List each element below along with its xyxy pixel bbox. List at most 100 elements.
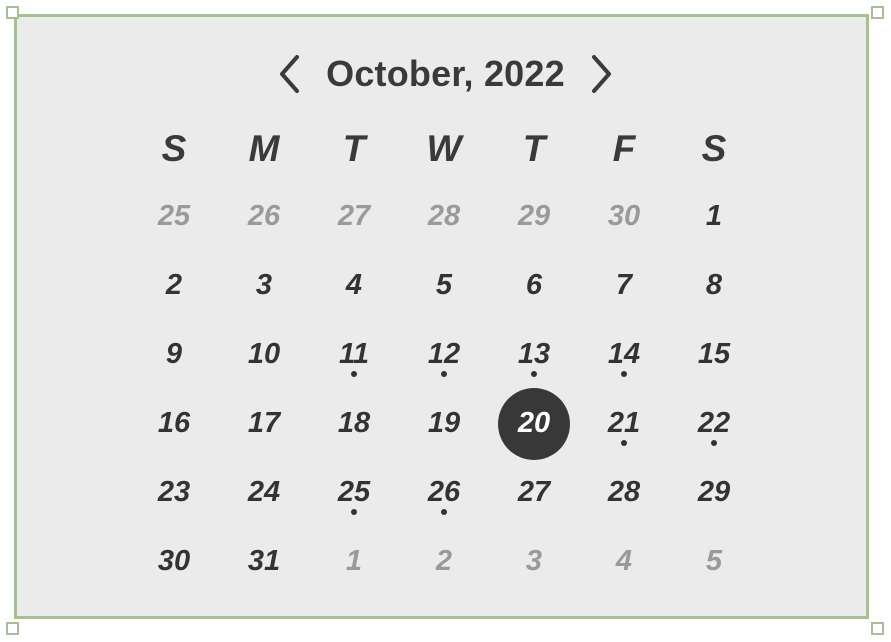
day-number: 6	[525, 269, 543, 301]
day-cell-adjacent-month[interactable]: 1	[309, 527, 399, 596]
day-cell[interactable]: 24	[219, 458, 309, 527]
resize-handle-top-left[interactable]	[6, 6, 19, 19]
day-cell[interactable]: 10	[219, 320, 309, 389]
day-number: 29	[697, 476, 731, 508]
day-cell-adjacent-month[interactable]: 3	[489, 527, 579, 596]
month-title: October, 2022	[326, 53, 565, 94]
day-cell[interactable]: 31	[219, 527, 309, 596]
day-cell-adjacent-month[interactable]: 29	[489, 182, 579, 251]
day-number: 31	[247, 545, 281, 577]
day-cell[interactable]: 14	[579, 320, 669, 389]
weekday-cell: M	[219, 116, 309, 182]
day-cell[interactable]: 8	[669, 251, 759, 320]
day-number: 25	[157, 200, 191, 232]
day-number: 29	[517, 200, 551, 232]
weeks-container: 25 26 27 28 29 30 1 2 3 4 5 6 7 8 9 10 11 12 13 14 15 16 17 18 1…	[129, 182, 759, 596]
day-cell[interactable]: 6	[489, 251, 579, 320]
weekday-label: W	[426, 128, 462, 169]
day-cell[interactable]: 26	[399, 458, 489, 527]
day-number: 26	[247, 200, 281, 232]
day-number: 3	[525, 545, 543, 577]
day-cell[interactable]: 19	[399, 389, 489, 458]
day-cell[interactable]: 15	[669, 320, 759, 389]
day-cell[interactable]: 1	[669, 182, 759, 251]
day-number: 24	[247, 476, 281, 508]
weekday-cell: T	[309, 116, 399, 182]
week-row: 23 24 25 26 27 28 29	[129, 458, 759, 527]
day-number: 1	[345, 545, 363, 577]
calendar-grid: S M T W T F S 25 26 27 28 29 30 1 2 3 4 5 6 7 8 9 10 11 1…	[129, 116, 759, 596]
day-cell[interactable]: 28	[579, 458, 669, 527]
day-cell[interactable]: 16	[129, 389, 219, 458]
day-number: 17	[247, 407, 281, 439]
day-cell[interactable]: 5	[399, 251, 489, 320]
day-cell-adjacent-month[interactable]: 5	[669, 527, 759, 596]
week-row: 25 26 27 28 29 30 1	[129, 182, 759, 251]
day-number: 2	[165, 269, 183, 301]
day-cell[interactable]: 22	[669, 389, 759, 458]
day-cell[interactable]: 7	[579, 251, 669, 320]
chevron-left-icon	[280, 55, 300, 93]
day-cell[interactable]: 4	[309, 251, 399, 320]
day-cell-adjacent-month[interactable]: 27	[309, 182, 399, 251]
day-cell[interactable]: 12	[399, 320, 489, 389]
day-number: 30	[157, 545, 191, 577]
day-cell[interactable]: 9	[129, 320, 219, 389]
day-cell[interactable]: 21	[579, 389, 669, 458]
day-number: 30	[607, 200, 641, 232]
day-cell[interactable]: 18	[309, 389, 399, 458]
day-number: 15	[697, 338, 731, 370]
day-number: 12	[427, 338, 461, 370]
day-cell[interactable]: 25	[309, 458, 399, 527]
week-row: 2 3 4 5 6 7 8	[129, 251, 759, 320]
weekday-label: M	[248, 128, 280, 169]
chevron-right-icon	[591, 55, 611, 93]
day-cell[interactable]: 17	[219, 389, 309, 458]
day-cell-adjacent-month[interactable]: 2	[399, 527, 489, 596]
prev-month-button[interactable]	[270, 48, 310, 100]
day-cell[interactable]: 29	[669, 458, 759, 527]
day-cell[interactable]: 2	[129, 251, 219, 320]
day-number: 27	[517, 476, 551, 508]
day-number: 4	[345, 269, 363, 301]
next-month-button[interactable]	[581, 48, 621, 100]
day-cell-selected[interactable]: 20	[489, 389, 579, 458]
event-dot-indicator	[351, 509, 357, 515]
week-row: 30 31 1 2 3 4 5	[129, 527, 759, 596]
day-cell[interactable]: 30	[129, 527, 219, 596]
weekday-cell: S	[129, 116, 219, 182]
day-number: 10	[247, 338, 281, 370]
resize-handle-bottom-right[interactable]	[871, 622, 884, 635]
day-cell-adjacent-month[interactable]: 28	[399, 182, 489, 251]
day-cell[interactable]: 23	[129, 458, 219, 527]
day-cell[interactable]: 13	[489, 320, 579, 389]
day-number: 20	[517, 407, 551, 439]
day-number: 26	[427, 476, 461, 508]
day-cell[interactable]: 11	[309, 320, 399, 389]
day-number: 9	[165, 338, 183, 370]
week-row: 9 10 11 12 13 14 15	[129, 320, 759, 389]
resize-handle-top-right[interactable]	[871, 6, 884, 19]
day-cell-adjacent-month[interactable]: 30	[579, 182, 669, 251]
day-number: 14	[607, 338, 641, 370]
day-number: 11	[338, 338, 370, 370]
day-number: 23	[157, 476, 191, 508]
day-number: 16	[157, 407, 191, 439]
day-number: 1	[705, 200, 723, 232]
day-cell[interactable]: 3	[219, 251, 309, 320]
resize-handle-bottom-left[interactable]	[6, 622, 19, 635]
day-number: 5	[705, 545, 723, 577]
day-number: 7	[615, 269, 633, 301]
day-cell[interactable]: 27	[489, 458, 579, 527]
weekday-cell: F	[579, 116, 669, 182]
day-number: 27	[337, 200, 371, 232]
day-number: 5	[435, 269, 453, 301]
day-number: 3	[255, 269, 273, 301]
day-cell-adjacent-month[interactable]: 25	[129, 182, 219, 251]
day-cell-adjacent-month[interactable]: 26	[219, 182, 309, 251]
day-cell-adjacent-month[interactable]: 4	[579, 527, 669, 596]
week-row: 16 17 18 19 20 21 22	[129, 389, 759, 458]
day-number: 18	[337, 407, 371, 439]
weekday-label: S	[701, 128, 727, 169]
event-dot-indicator	[531, 371, 537, 377]
